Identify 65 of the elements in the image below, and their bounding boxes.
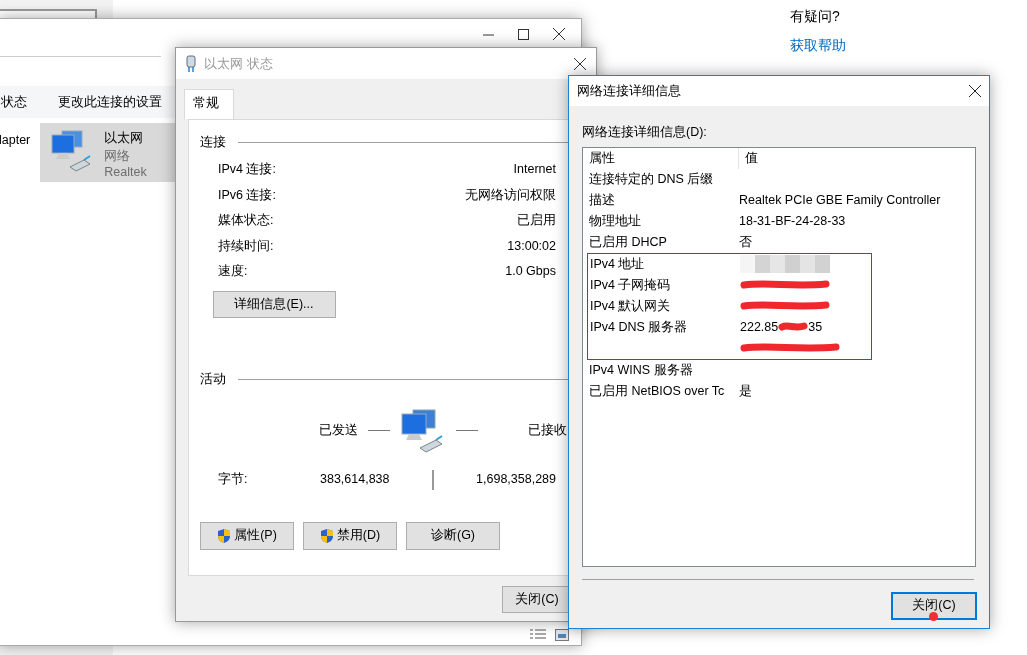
close-icon[interactable]: [574, 57, 586, 70]
property-name: 连接特定的 DNS 后缀: [588, 170, 715, 188]
property-name: 已启用 DHCP: [588, 233, 668, 251]
property-name: 物理地址: [588, 212, 642, 230]
action-button[interactable]: 属性(P): [200, 521, 294, 550]
action-button[interactable]: 诊断(G): [406, 521, 500, 550]
bytes-label: 字节:: [218, 471, 249, 489]
ethernet-plug-icon: [186, 54, 196, 73]
field-value: 无网络访问权限: [465, 186, 556, 204]
field-value: 13:00:02: [507, 237, 556, 255]
section-heading: 连接: [200, 134, 226, 152]
sent-label: 已发送: [319, 422, 358, 440]
maximize-icon[interactable]: [518, 28, 529, 40]
window-title: 以太网 状态: [204, 54, 274, 73]
field-value: 1.0 Gbps: [505, 263, 556, 281]
property-name: IPv4 WINS 服务器: [588, 361, 694, 379]
property-name: IPv4 默认网关: [589, 297, 672, 315]
property-name: 描述: [588, 191, 616, 209]
field-label: 速度:: [218, 263, 248, 281]
property-value: 35: [808, 318, 823, 336]
received-label: 已接收: [528, 422, 567, 440]
tab[interactable]: 常规: [184, 89, 234, 119]
property-name: IPv4 子网掩码: [589, 276, 672, 294]
close-button[interactable]: 关闭(C): [891, 591, 977, 620]
received-bytes: 1,698,358,289: [476, 471, 556, 489]
click-mark: [929, 611, 938, 621]
connection-item[interactable]: 以太网 网络 Realtek: [40, 123, 176, 182]
redaction-scribble: [778, 322, 809, 333]
toolbar-item[interactable]: 状态: [1, 92, 27, 112]
shield-icon: [319, 527, 334, 544]
field-label: 持续时间:: [218, 237, 274, 255]
property-value: 否: [739, 233, 752, 251]
section-heading: 活动: [200, 371, 226, 389]
property-name: IPv4 DNS 服务器: [589, 318, 689, 336]
property-value: Realtek PCIe GBE Family Controller: [739, 191, 941, 209]
search-field[interactable]: [0, 9, 97, 18]
property-value: 18-31-BF-24-28-33: [739, 212, 846, 230]
property-value: 是: [739, 382, 752, 400]
property-name: IPv4 地址: [589, 255, 646, 273]
window-title: 网络连接详细信息: [577, 82, 681, 101]
column-header[interactable]: 值: [745, 148, 758, 168]
field-label: IPv6 连接:: [218, 186, 276, 204]
field-label: IPv4 连接:: [218, 161, 276, 179]
details-view-icon[interactable]: [529, 629, 547, 641]
property-value: 222.85: [740, 318, 779, 336]
shield-icon: [217, 527, 232, 544]
field-label: 媒体状态:: [218, 212, 274, 230]
connection-item[interactable]: lapter: [0, 123, 31, 182]
help-heading: 有疑问?: [790, 7, 841, 26]
toolbar-item[interactable]: 更改此连接的设置: [58, 92, 162, 112]
field-value: 已启用: [517, 212, 556, 230]
close-icon[interactable]: [969, 85, 981, 97]
details-button[interactable]: 详细信息(E)...: [212, 290, 336, 318]
connection-device: Realtek: [104, 164, 147, 181]
help-link[interactable]: 获取帮助: [790, 35, 846, 56]
connection-type: 网络: [104, 147, 132, 164]
action-button[interactable]: 禁用(D): [303, 521, 397, 550]
large-icons-view-icon[interactable]: [555, 629, 569, 641]
property-name: 已启用 NetBIOS over Tc: [588, 382, 726, 400]
list-label: 网络连接详细信息(D):: [582, 124, 708, 141]
field-value: Internet: [513, 161, 556, 179]
close-icon[interactable]: [553, 28, 565, 40]
connection-name: 以太网: [104, 130, 145, 147]
sent-bytes: 383,614,838: [320, 471, 390, 489]
column-header[interactable]: 属性: [583, 147, 739, 169]
